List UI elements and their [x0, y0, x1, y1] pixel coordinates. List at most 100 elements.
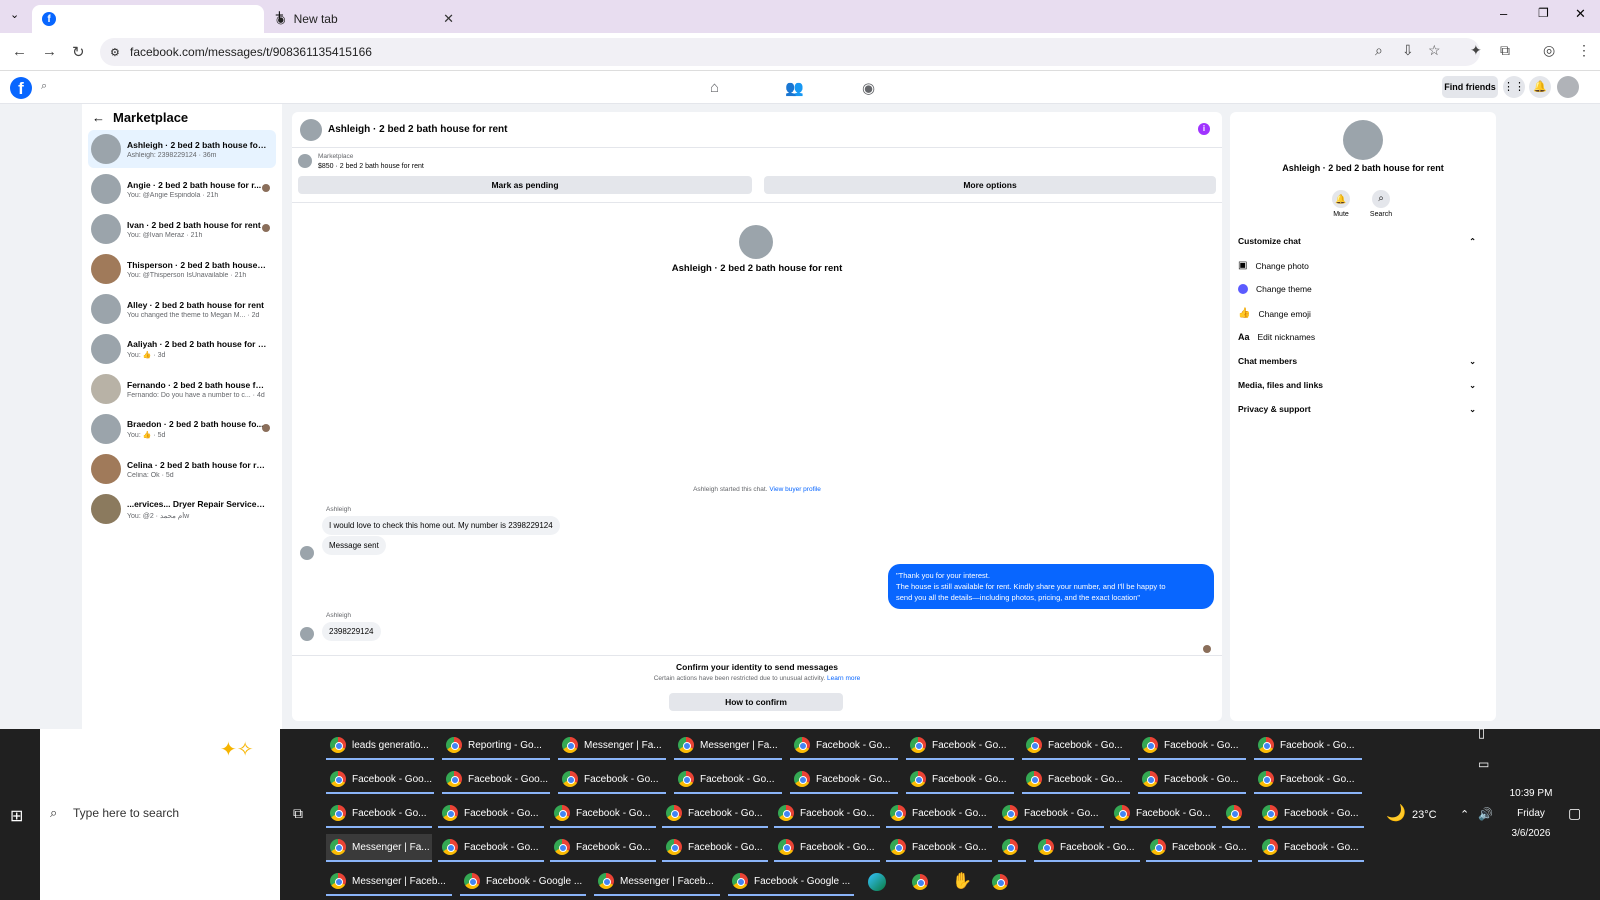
- sent-message-bubble[interactable]: "Thank you for your interest. The house i…: [888, 564, 1214, 609]
- taskbar-button[interactable]: Facebook - Google ...: [728, 868, 854, 896]
- taskbar-button[interactable]: [998, 834, 1026, 862]
- task-view-icon[interactable]: ⧉: [293, 805, 303, 822]
- forward-icon[interactable]: →: [42, 43, 57, 60]
- taskbar-button[interactable]: Facebook - Go...: [662, 834, 768, 862]
- taskbar-button[interactable]: leads generatio...: [326, 732, 434, 760]
- edge-icon[interactable]: [868, 873, 886, 891]
- taskbar-button[interactable]: Facebook - Go...: [674, 766, 782, 794]
- zoom-icon[interactable]: ⌕: [1375, 42, 1383, 59]
- taskbar-button[interactable]: Facebook - Go...: [774, 834, 880, 862]
- windows-start-icon[interactable]: ⊞: [10, 806, 23, 826]
- taskbar-button[interactable]: Messenger | Fa...: [326, 834, 432, 862]
- taskbar-button[interactable]: Reporting - Go...: [442, 732, 550, 760]
- taskbar-button[interactable]: Facebook - Go...: [998, 800, 1104, 828]
- taskbar-button[interactable]: Facebook - Go...: [550, 834, 656, 862]
- tab-search-icon[interactable]: ⌄: [10, 8, 19, 21]
- taskbar-button[interactable]: [910, 872, 930, 892]
- menu-grid-icon[interactable]: ⋮⋮: [1503, 76, 1525, 98]
- close-tab-icon[interactable]: ✕: [443, 11, 454, 27]
- chat-members-section[interactable]: Chat members ⌄: [1238, 356, 1488, 366]
- taskbar-button[interactable]: [1222, 800, 1250, 828]
- mark-as-pending-button[interactable]: Mark as pending: [298, 176, 752, 194]
- message-bubble[interactable]: Message sent: [322, 536, 386, 555]
- taskbar-search-box[interactable]: ✦✧ ⌕ Type here to search: [40, 729, 280, 900]
- taskbar-button[interactable]: Facebook - Go...: [1022, 766, 1130, 794]
- media-files-section[interactable]: Media, files and links ⌄: [1238, 380, 1488, 390]
- back-icon[interactable]: ←: [12, 43, 27, 60]
- taskbar-button[interactable]: Facebook - Go...: [906, 766, 1014, 794]
- list-item[interactable]: Celina · 2 bed 2 bath house for rent Celi…: [88, 450, 276, 488]
- taskbar-button[interactable]: Facebook - Go...: [886, 834, 992, 862]
- clock-day[interactable]: Friday: [1508, 808, 1554, 819]
- clock-time[interactable]: 10:39 PM: [1508, 788, 1554, 799]
- taskbar-button[interactable]: Messenger | Faceb...: [594, 868, 720, 896]
- search-icon[interactable]: ⌕: [1372, 190, 1390, 208]
- home-icon[interactable]: ⌂: [710, 79, 719, 96]
- chevron-up-icon[interactable]: ⌃: [1460, 808, 1469, 821]
- minimize-icon[interactable]: –: [1500, 6, 1507, 21]
- how-to-confirm-button[interactable]: How to confirm: [669, 693, 843, 711]
- list-item[interactable]: Angie · 2 bed 2 bath house for r... You: …: [88, 170, 276, 208]
- taskbar-button[interactable]: Facebook - Go...: [774, 800, 880, 828]
- groups-icon[interactable]: ◉: [862, 79, 875, 97]
- close-window-icon[interactable]: ✕: [1575, 6, 1586, 22]
- site-info-icon[interactable]: ⚙: [110, 46, 120, 59]
- list-item[interactable]: ...ervices... Dryer Repair Services · أم…: [88, 490, 276, 528]
- listing-thumbnail[interactable]: [298, 154, 312, 168]
- moon-weather-icon[interactable]: 🌙: [1386, 803, 1406, 823]
- taskbar-button[interactable]: Facebook - Go...: [1110, 800, 1216, 828]
- tab-new-tab[interactable]: ◉ New tab ✕: [268, 5, 464, 33]
- reload-icon[interactable]: ↻: [72, 43, 85, 61]
- app-icon[interactable]: ✋: [952, 871, 972, 891]
- taskbar-button[interactable]: Facebook - Go...: [1254, 732, 1362, 760]
- privacy-support-section[interactable]: Privacy & support ⌄: [1238, 404, 1488, 414]
- clock-date[interactable]: 3/6/2026: [1508, 828, 1554, 839]
- taskbar-button[interactable]: Facebook - Google ...: [460, 868, 586, 896]
- profile-icon[interactable]: ◎: [1543, 42, 1555, 59]
- message-bubble[interactable]: I would love to check this home out. My …: [322, 516, 560, 535]
- facebook-logo-icon[interactable]: f: [10, 77, 32, 99]
- taskbar-button[interactable]: Facebook - Go...: [1138, 732, 1246, 760]
- list-item[interactable]: Thisperson · 2 bed 2 bath house fo... You…: [88, 250, 276, 288]
- extensions-puzzle-icon[interactable]: ⧉: [1500, 42, 1510, 59]
- info-icon[interactable]: i: [1198, 123, 1210, 135]
- message-bubble[interactable]: 2398229124: [322, 622, 381, 641]
- restore-icon[interactable]: ❐: [1538, 6, 1549, 20]
- volume-icon[interactable]: 🔊: [1478, 807, 1493, 821]
- taskbar-button[interactable]: Facebook - Go...: [790, 732, 898, 760]
- view-buyer-profile-link[interactable]: View buyer profile: [769, 486, 821, 493]
- taskbar-button[interactable]: Facebook - Go...: [1258, 800, 1364, 828]
- edit-nicknames-item[interactable]: Aa Edit nicknames: [1238, 332, 1315, 342]
- mute-bell-icon[interactable]: 🔔: [1332, 190, 1350, 208]
- tab-facebook[interactable]: f: [32, 5, 264, 33]
- change-theme-item[interactable]: Change theme: [1238, 284, 1312, 294]
- menu-icon[interactable]: ⋮: [1577, 42, 1591, 59]
- taskbar-button[interactable]: Facebook - Go...: [790, 766, 898, 794]
- customize-chat-section[interactable]: Customize chat ⌃: [1238, 236, 1488, 246]
- extension-icon[interactable]: ✦: [1470, 42, 1482, 59]
- tray-app-icon[interactable]: ▯: [1478, 725, 1485, 741]
- taskbar-button[interactable]: Facebook - Goo...: [326, 766, 434, 794]
- listing-title[interactable]: $850 · 2 bed 2 bath house for rent: [318, 163, 424, 170]
- change-photo-item[interactable]: ▣ Change photo: [1238, 260, 1309, 271]
- back-arrow-icon[interactable]: ←: [92, 110, 105, 125]
- search-icon[interactable]: ⌕: [41, 80, 47, 93]
- list-item[interactable]: Ashleigh · 2 bed 2 bath house for r... As…: [88, 130, 276, 168]
- list-item[interactable]: Ivan · 2 bed 2 bath house for rent You: @…: [88, 210, 276, 248]
- avatar[interactable]: [1557, 76, 1579, 98]
- taskbar-button[interactable]: Facebook - Go...: [906, 732, 1014, 760]
- list-item[interactable]: Fernando · 2 bed 2 bath house for ... Fer…: [88, 370, 276, 408]
- taskbar-button[interactable]: Facebook - Go...: [1146, 834, 1252, 862]
- tray-display-icon[interactable]: ▭: [1478, 757, 1489, 771]
- bookmark-star-icon[interactable]: ☆: [1428, 42, 1441, 59]
- taskbar-button[interactable]: Facebook - Go...: [438, 834, 544, 862]
- taskbar-button[interactable]: Facebook - Go...: [1254, 766, 1362, 794]
- taskbar-button[interactable]: Facebook - Go...: [550, 800, 656, 828]
- taskbar-button[interactable]: Messenger | Fa...: [674, 732, 782, 760]
- learn-more-link[interactable]: Learn more: [827, 675, 860, 682]
- find-friends-button[interactable]: Find friends: [1442, 76, 1498, 98]
- taskbar-button[interactable]: Facebook - Go...: [1022, 732, 1130, 760]
- taskbar-button[interactable]: Facebook - Go...: [886, 800, 992, 828]
- list-item[interactable]: Alley · 2 bed 2 bath house for rent You c…: [88, 290, 276, 328]
- notifications-icon[interactable]: 🔔: [1529, 76, 1551, 98]
